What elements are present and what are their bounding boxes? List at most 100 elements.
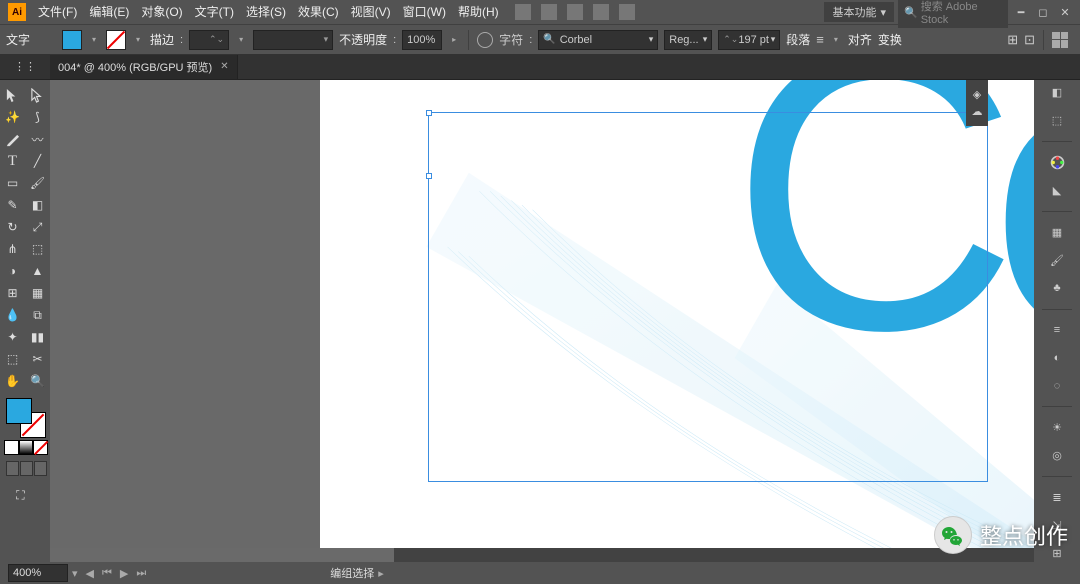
menu-type[interactable]: 文字(T)	[189, 0, 240, 24]
selection-tool[interactable]	[0, 84, 25, 106]
opacity-input[interactable]: 100%	[402, 30, 442, 50]
curvature-tool[interactable]: 〰	[25, 128, 50, 150]
menu-select[interactable]: 选择(S)	[240, 0, 292, 24]
stroke-panel-icon[interactable]: ≡	[1044, 322, 1070, 340]
menu-edit[interactable]: 编辑(E)	[83, 0, 135, 24]
menu-object[interactable]: 对象(O)	[135, 0, 188, 24]
workspace-switcher[interactable]: 基本功能 ▾	[824, 2, 894, 22]
extra-icon-1[interactable]	[515, 4, 531, 20]
extra-icon-5[interactable]	[619, 4, 635, 20]
canvas-area[interactable]: Co ◈ ☁	[50, 80, 1034, 562]
lasso-tool[interactable]: ⟆	[25, 106, 50, 128]
symbol-sprayer-tool[interactable]: ✦	[0, 326, 25, 348]
layers-icon[interactable]: ◈	[973, 88, 981, 101]
layers-panel-icon[interactable]: ≣	[1044, 489, 1070, 507]
rectangle-tool[interactable]: ▭	[0, 172, 25, 194]
artboard-prev-icon[interactable]: ◀	[82, 567, 98, 580]
stroke-width-dropdown[interactable]: ▾	[235, 30, 247, 50]
free-transform-tool[interactable]: ⬚	[25, 238, 50, 260]
tab-close-icon[interactable]: ✕	[220, 61, 228, 72]
menu-view[interactable]: 视图(V)	[345, 0, 397, 24]
type-tool[interactable]: T	[0, 150, 25, 172]
fill-stroke-indicator[interactable]	[6, 398, 46, 438]
slice-tool[interactable]: ✂	[25, 348, 50, 370]
window-minimize-icon[interactable]: ━	[1012, 3, 1030, 21]
rotate-tool[interactable]: ↻	[0, 216, 25, 238]
status-dropdown-icon[interactable]: ▸	[374, 567, 388, 580]
appearance-panel-icon[interactable]: ☀	[1044, 419, 1070, 437]
fill-swatch-dropdown[interactable]: ▾	[88, 30, 100, 50]
collapsed-floating-panel[interactable]: ◈ ☁	[966, 80, 988, 126]
libraries-panel-icon[interactable]: ⬚	[1044, 112, 1070, 130]
paragraph-align-icon[interactable]: ≡	[816, 32, 824, 47]
opacity-dropdown[interactable]: ▸	[448, 30, 460, 50]
draw-behind-mode[interactable]	[20, 461, 33, 476]
extra-icon-3[interactable]	[567, 4, 583, 20]
libraries-icon[interactable]: ☁	[972, 105, 983, 118]
fill-swatch[interactable]	[62, 30, 82, 50]
column-graph-tool[interactable]: ▮▮	[25, 326, 50, 348]
paragraph-label[interactable]: 段落	[786, 31, 810, 48]
panel-menu-icon[interactable]	[1052, 32, 1068, 48]
artboard-last-icon[interactable]: ⏭	[132, 567, 150, 580]
zoom-dropdown-icon[interactable]: ▾	[68, 567, 82, 580]
color-guide-icon[interactable]: ◣	[1044, 182, 1070, 200]
isolate-icon[interactable]: ⊞	[1007, 32, 1018, 48]
stroke-swatch-none[interactable]	[106, 30, 126, 50]
globe-icon[interactable]	[477, 32, 493, 48]
artboard-tool[interactable]: ⬚	[0, 348, 25, 370]
gradient-tool[interactable]: ▦	[25, 282, 50, 304]
font-size-input[interactable]: ⌃⌄197 pt▾	[718, 30, 780, 50]
blend-tool[interactable]: ⧉	[25, 304, 50, 326]
paintbrush-tool[interactable]: 🖌	[25, 172, 50, 194]
color-mode-swatch[interactable]	[4, 440, 19, 455]
paragraph-dropdown[interactable]: ▾	[830, 30, 842, 50]
symbols-panel-icon[interactable]: ♣	[1044, 279, 1070, 297]
menu-window[interactable]: 窗口(W)	[397, 0, 452, 24]
none-mode-swatch[interactable]	[33, 440, 48, 455]
graphic-styles-panel-icon[interactable]: ◎	[1044, 447, 1070, 465]
selection-bounding-box[interactable]	[428, 112, 988, 482]
stroke-width-input[interactable]: ⌃⌄	[189, 30, 229, 50]
pen-tool[interactable]	[0, 128, 25, 150]
draw-inside-mode[interactable]	[34, 461, 47, 476]
extra-icon-2[interactable]	[541, 4, 557, 20]
window-restore-icon[interactable]: ◻	[1034, 3, 1052, 21]
width-tool[interactable]: ⋔	[0, 238, 25, 260]
font-family-input[interactable]: 🔍Corbel▾	[538, 30, 658, 50]
font-style-input[interactable]: Reg...▾	[664, 30, 712, 50]
eraser-tool[interactable]: ◧	[25, 194, 50, 216]
color-panel-icon[interactable]	[1044, 154, 1070, 172]
clip-icon[interactable]: ⊡	[1024, 32, 1035, 48]
hand-tool[interactable]: ✋	[0, 370, 25, 392]
menu-help[interactable]: 帮助(H)	[452, 0, 505, 24]
window-close-icon[interactable]: ✕	[1056, 3, 1074, 21]
menu-file[interactable]: 文件(F)	[32, 0, 83, 24]
horizontal-scrollbar[interactable]	[50, 548, 1034, 562]
brush-definition-input[interactable]: ▾	[253, 30, 333, 50]
document-tab[interactable]: 004* @ 400% (RGB/GPU 预览) ✕	[50, 55, 238, 79]
shape-builder-tool[interactable]: ◑	[0, 260, 25, 282]
zoom-level-input[interactable]: 400%	[8, 564, 68, 582]
direct-selection-tool[interactable]	[25, 84, 50, 106]
gradient-panel-icon[interactable]: ◐	[1044, 349, 1070, 367]
transform-label[interactable]: 变换	[878, 31, 902, 48]
mesh-tool[interactable]: ⊞	[0, 282, 25, 304]
align-label[interactable]: 对齐	[848, 31, 872, 48]
scale-tool[interactable]: ⤢	[25, 216, 50, 238]
stroke-swatch-dropdown[interactable]: ▾	[132, 30, 144, 50]
gradient-mode-swatch[interactable]	[19, 440, 34, 455]
swatches-panel-icon[interactable]: ▦	[1044, 224, 1070, 242]
shaper-tool[interactable]: ✎	[0, 194, 25, 216]
menu-effect[interactable]: 效果(C)	[292, 0, 345, 24]
magic-wand-tool[interactable]: ✨	[0, 106, 25, 128]
eyedropper-tool[interactable]: 💧	[0, 304, 25, 326]
bbox-handle-nw[interactable]	[426, 110, 432, 116]
brushes-panel-icon[interactable]: 🖌	[1044, 252, 1070, 270]
properties-panel-icon[interactable]: ◧	[1044, 84, 1070, 102]
draw-normal-mode[interactable]	[6, 461, 19, 476]
transparency-panel-icon[interactable]: ◌	[1044, 377, 1070, 395]
bbox-handle-w[interactable]	[426, 173, 432, 179]
zoom-tool[interactable]: 🔍	[25, 370, 50, 392]
tab-grip-icon[interactable]: ⋮⋮	[0, 60, 50, 73]
